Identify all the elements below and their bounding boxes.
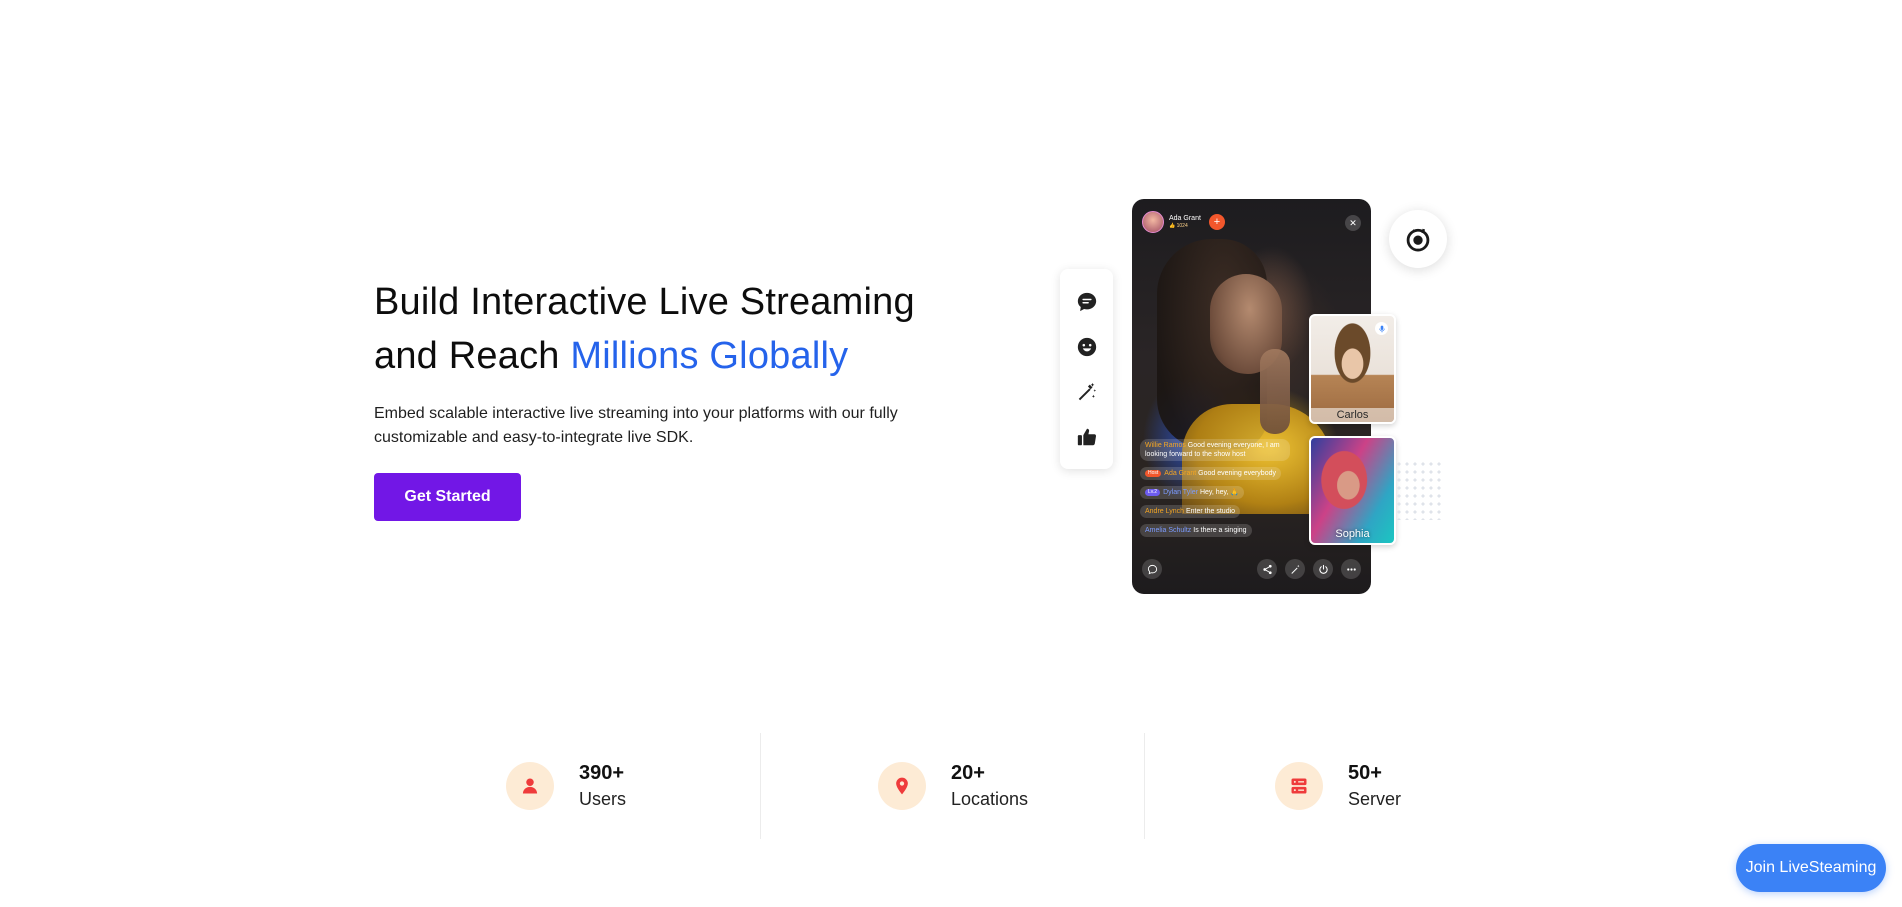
stat-label: Locations: [951, 789, 1029, 809]
host-likes: 👍 1024: [1169, 223, 1188, 229]
stat-value: 20+: [951, 762, 985, 784]
chat-message: Amelia Schultz Is there a singing: [1140, 524, 1252, 537]
stream-controls: [1142, 558, 1361, 580]
emoji-icon[interactable]: [1073, 333, 1101, 361]
join-livestreaming-button[interactable]: Join LiveSteaming: [1736, 844, 1886, 892]
hero-description: Embed scalable interactive live streamin…: [374, 405, 898, 446]
stat-users: 390+ Users: [506, 757, 626, 815]
microphone-icon: [1375, 322, 1388, 335]
chat-message: Host Ada Grant Good evening everybody: [1140, 467, 1281, 480]
chat-message: Lv.2 Dylan Tyler Hey, hey, 🙏: [1140, 486, 1245, 499]
host-badge: Host: [1145, 469, 1162, 477]
guest-tile-carlos[interactable]: Carlos: [1309, 314, 1396, 424]
chat-username: Dylan Tyler: [1163, 489, 1198, 496]
stat-label: Server: [1348, 789, 1402, 809]
host-avatar: [1142, 211, 1164, 233]
close-stream-button[interactable]: ✕: [1345, 215, 1361, 231]
host-name: Ada Grant: [1169, 215, 1201, 222]
stat-value: 390+: [579, 762, 625, 784]
stat-locations: 20+ Locations: [878, 757, 1028, 815]
chat-text: Hey, hey, 🙏: [1199, 489, 1240, 496]
chat-bubble-icon[interactable]: [1073, 288, 1101, 316]
power-icon[interactable]: [1313, 559, 1333, 579]
landing-page: Build Interactive Live Streaming and Rea…: [0, 0, 1902, 907]
stat-divider: [760, 733, 761, 839]
action-rail: [1060, 269, 1113, 469]
chat-message: Willie Ramos Good evening everyone, I am…: [1140, 439, 1290, 461]
server-icon: [1275, 762, 1323, 810]
streamer-image-hand: [1260, 349, 1290, 434]
chat-message: Andre Lynch Enter the studio: [1140, 505, 1241, 518]
stat-value: 50+: [1348, 762, 1382, 784]
magic-icon[interactable]: [1285, 559, 1305, 579]
share-icon[interactable]: [1257, 559, 1277, 579]
chat-text: Good evening everybody: [1198, 470, 1276, 477]
hero-title-line1: Build Interactive Live Streaming: [374, 281, 915, 323]
chat-text: Enter the studio: [1186, 508, 1236, 515]
level-badge: Lv.2: [1145, 488, 1161, 496]
host-info: Ada Grant 👍 1024 +: [1142, 211, 1225, 233]
thumbs-up-icon[interactable]: [1073, 423, 1101, 451]
guest-tile-sophia[interactable]: Sophia: [1309, 436, 1396, 545]
stat-server: 50+ Server: [1275, 757, 1401, 815]
get-started-button[interactable]: Get Started: [374, 473, 521, 521]
stat-label: Users: [579, 789, 627, 809]
chat-username: Amelia Schultz: [1145, 527, 1192, 534]
chat-username: Willie Ramos: [1145, 442, 1186, 449]
chat-username: Ada Grant: [1164, 470, 1197, 477]
more-icon[interactable]: [1341, 559, 1361, 579]
location-pin-icon: [878, 762, 926, 810]
chat-feed: Willie Ramos Good evening everyone, I am…: [1140, 439, 1300, 537]
magic-wand-icon[interactable]: [1073, 378, 1101, 406]
follow-button[interactable]: +: [1208, 214, 1225, 230]
hero-title-accent: Millions Globally: [570, 335, 849, 377]
guest-name: Sophia: [1335, 528, 1370, 540]
chat-username: Andre Lynch: [1145, 508, 1185, 515]
hero-title: Build Interactive Live Streaming and Rea…: [374, 275, 974, 383]
decorative-dot-grid: [1395, 460, 1445, 520]
stat-divider: [1144, 733, 1145, 839]
guest-name: Carlos: [1311, 408, 1394, 422]
hero-section: Build Interactive Live Streaming and Rea…: [374, 275, 974, 521]
camera-switch-icon[interactable]: [1389, 210, 1447, 268]
user-icon: [506, 762, 554, 810]
chat-text: Is there a singing: [1193, 527, 1247, 534]
hero-title-line2-prefix: and Reach: [374, 335, 571, 377]
chat-icon[interactable]: [1142, 559, 1162, 579]
